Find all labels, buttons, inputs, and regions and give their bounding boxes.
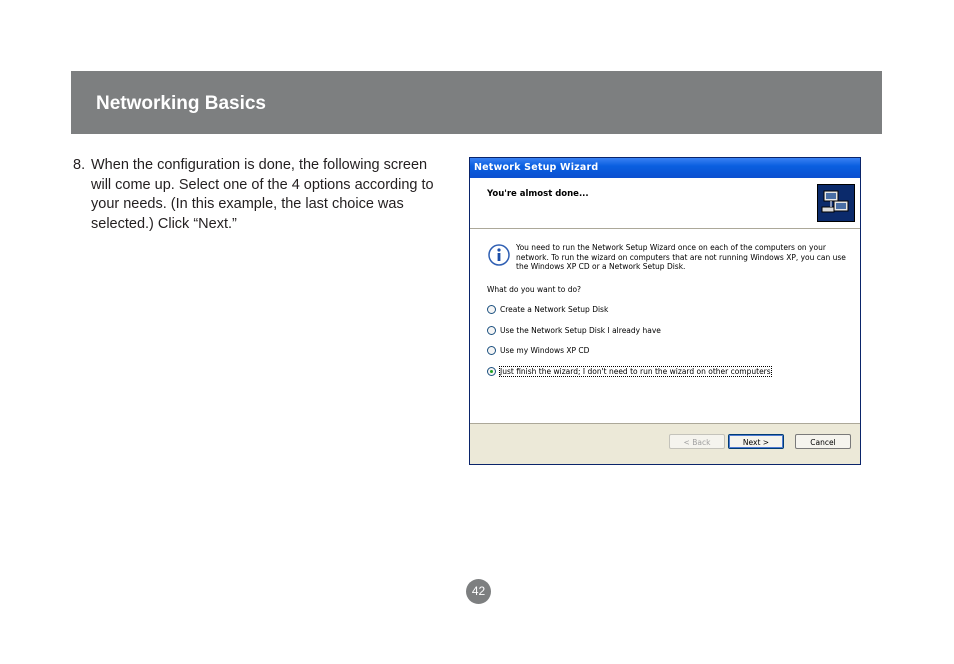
cancel-button[interactable]: Cancel: [795, 434, 851, 449]
option-use-existing-disk[interactable]: Use the Network Setup Disk I already hav…: [487, 326, 661, 335]
next-button[interactable]: Next >: [728, 434, 784, 449]
network-computers-icon: [817, 184, 855, 222]
option-use-xp-cd[interactable]: Use my Windows XP CD: [487, 346, 589, 355]
wizard-content: You need to run the Network Setup Wizard…: [470, 229, 860, 424]
radio-button[interactable]: [487, 305, 496, 314]
window-titlebar[interactable]: Network Setup Wizard: [470, 158, 860, 178]
option-label: Use the Network Setup Disk I already hav…: [500, 326, 661, 335]
section-title: Networking Basics: [96, 93, 266, 114]
wizard-button-bar: < Back Next > Cancel: [470, 423, 860, 464]
page-number-badge: 42: [466, 579, 491, 604]
option-label: Create a Network Setup Disk: [500, 305, 609, 314]
radio-button[interactable]: [487, 346, 496, 355]
back-button[interactable]: < Back: [669, 434, 725, 449]
info-icon: [488, 244, 510, 266]
section-header-band: Networking Basics: [71, 71, 882, 134]
info-message: You need to run the Network Setup Wizard…: [516, 243, 846, 271]
wizard-header-title: You're almost done...: [487, 189, 589, 199]
radio-button-selected[interactable]: [487, 367, 496, 376]
option-create-disk[interactable]: Create a Network Setup Disk: [487, 305, 608, 314]
step-body-text: When the configuration is done, the foll…: [91, 157, 434, 232]
question-label: What do you want to do?: [487, 285, 582, 294]
network-setup-wizard-window: Network Setup Wizard You're almost done.…: [469, 157, 861, 465]
wizard-header-panel: You're almost done...: [470, 178, 860, 229]
radio-button[interactable]: [487, 326, 496, 335]
option-label: Just finish the wizard; I don't need to …: [499, 366, 772, 377]
step-number: 8.: [73, 157, 86, 173]
step-instruction: 8. When the configuration is done, the f…: [73, 156, 443, 234]
window-title: Network Setup Wizard: [474, 162, 599, 173]
option-label: Use my Windows XP CD: [500, 346, 590, 355]
option-just-finish[interactable]: Just finish the wizard; I don't need to …: [487, 366, 772, 377]
